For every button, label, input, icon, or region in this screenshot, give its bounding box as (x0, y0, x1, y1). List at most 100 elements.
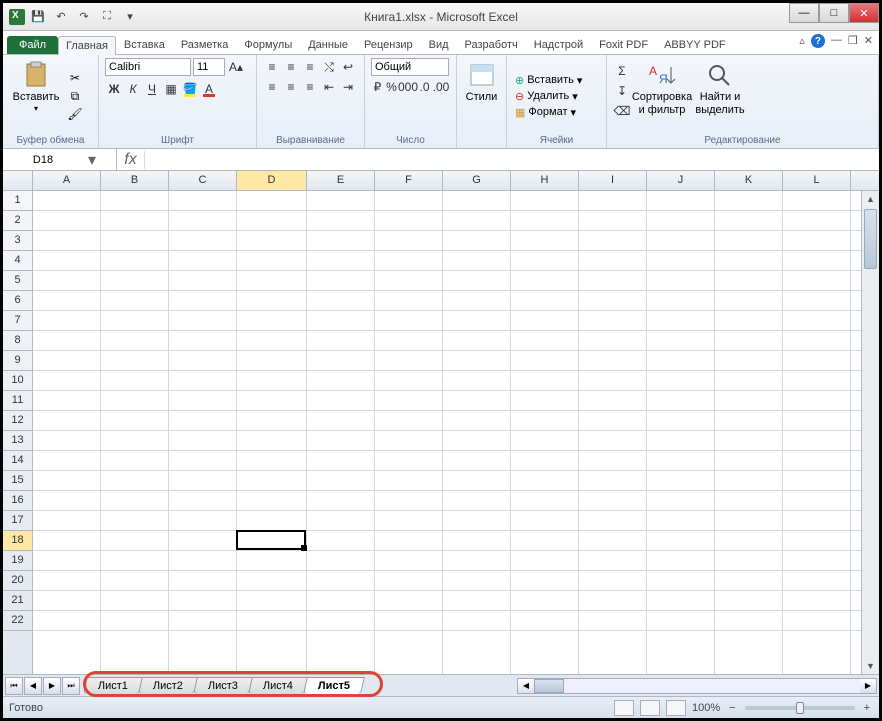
row-header-8[interactable]: 8 (3, 331, 32, 351)
cells-area[interactable] (33, 191, 861, 674)
row-header-4[interactable]: 4 (3, 251, 32, 271)
sheet-nav-2[interactable]: ▶ (43, 677, 61, 695)
merge-icon[interactable]: ⇥ (339, 78, 357, 96)
row-header-17[interactable]: 17 (3, 511, 32, 531)
align-center-icon[interactable]: ≡ (282, 78, 300, 96)
col-header-D[interactable]: D (237, 171, 307, 190)
indent-dec-icon[interactable]: ⇤ (320, 78, 338, 96)
ribbon-tab-надстрой[interactable]: Надстрой (526, 35, 591, 54)
percent-icon[interactable]: % (385, 78, 398, 96)
col-header-K[interactable]: K (715, 171, 783, 190)
name-box-input[interactable] (3, 154, 83, 166)
comma-icon[interactable]: 000 (399, 78, 417, 96)
hscroll-thumb[interactable] (534, 679, 564, 693)
font-color-icon[interactable]: A (200, 80, 218, 98)
orientation-icon[interactable]: ⤭ (320, 58, 338, 76)
minimize-button[interactable]: — (789, 3, 819, 23)
scroll-up-icon[interactable]: ▲ (862, 191, 879, 207)
help-icon[interactable]: ? (811, 34, 825, 48)
format-cells-button[interactable]: ▦Формат ▾ (513, 105, 600, 120)
find-select-button[interactable]: Найти и выделить (693, 58, 747, 134)
clear-icon[interactable]: ⌫ (613, 102, 631, 120)
currency-icon[interactable]: ₽ (371, 78, 384, 96)
ribbon-tab-вставка[interactable]: Вставка (116, 35, 173, 54)
select-all-corner[interactable] (3, 171, 33, 190)
scroll-down-icon[interactable]: ▼ (862, 658, 879, 674)
align-bottom-icon[interactable]: ≡ (301, 58, 319, 76)
ribbon-tab-foxit pdf[interactable]: Foxit PDF (591, 35, 656, 54)
row-header-2[interactable]: 2 (3, 211, 32, 231)
row-header-16[interactable]: 16 (3, 491, 32, 511)
row-header-15[interactable]: 15 (3, 471, 32, 491)
ribbon-tab-формулы[interactable]: Формулы (236, 35, 300, 54)
italic-button[interactable]: К (124, 80, 142, 98)
ribbon-tab-вид[interactable]: Вид (421, 35, 457, 54)
align-top-icon[interactable]: ≡ (263, 58, 281, 76)
col-header-F[interactable]: F (375, 171, 443, 190)
zoom-in-button[interactable]: + (861, 702, 873, 714)
inc-decimal-icon[interactable]: .0 (418, 78, 431, 96)
ribbon-tab-разметка[interactable]: Разметка (173, 35, 237, 54)
col-header-I[interactable]: I (579, 171, 647, 190)
sort-filter-button[interactable]: АЯ Сортировка и фильтр (635, 58, 689, 134)
close-button[interactable]: ✕ (849, 3, 879, 23)
number-format-select[interactable] (371, 58, 449, 76)
font-name-select[interactable] (105, 58, 191, 76)
col-header-A[interactable]: A (33, 171, 101, 190)
align-middle-icon[interactable]: ≡ (282, 58, 300, 76)
row-header-11[interactable]: 11 (3, 391, 32, 411)
save-icon[interactable]: 💾 (28, 7, 48, 27)
row-header-10[interactable]: 10 (3, 371, 32, 391)
ribbon-tab-данные[interactable]: Данные (300, 35, 356, 54)
border-icon[interactable]: ▦ (162, 80, 180, 98)
row-header-12[interactable]: 12 (3, 411, 32, 431)
format-painter-icon[interactable]: 🖌 (67, 106, 83, 122)
paste-button[interactable]: Вставить ▾ (9, 58, 63, 134)
row-header-22[interactable]: 22 (3, 611, 32, 631)
row-header-7[interactable]: 7 (3, 311, 32, 331)
sheet-tab-Лист5[interactable]: Лист5 (303, 677, 365, 694)
formula-input[interactable] (145, 154, 879, 166)
redo-icon[interactable]: ↷ (74, 7, 94, 27)
autosum-icon[interactable]: Σ (613, 62, 631, 80)
ribbon-tab-разработч[interactable]: Разработч (457, 35, 526, 54)
col-header-C[interactable]: C (169, 171, 237, 190)
fill-color-icon[interactable]: 🪣 (181, 80, 199, 98)
sheet-tab-Лист2[interactable]: Лист2 (138, 677, 198, 694)
grow-font-icon[interactable]: A▴ (227, 58, 245, 76)
doc-restore-icon[interactable]: ❐ (848, 34, 858, 48)
align-right-icon[interactable]: ≡ (301, 78, 319, 96)
fill-icon[interactable]: ↧ (613, 82, 631, 100)
maximize-button[interactable]: □ (819, 3, 849, 23)
undo-icon[interactable]: ↶ (51, 7, 71, 27)
horizontal-scrollbar[interactable]: ◀ ▶ (517, 678, 877, 694)
underline-button[interactable]: Ч (143, 80, 161, 98)
vscroll-thumb[interactable] (864, 209, 877, 269)
align-left-icon[interactable]: ≡ (263, 78, 281, 96)
doc-minimize-icon[interactable]: — (831, 34, 842, 48)
scroll-left-icon[interactable]: ◀ (518, 679, 534, 693)
sheet-tab-Лист1[interactable]: Лист1 (83, 677, 143, 694)
row-header-18[interactable]: 18 (3, 531, 32, 551)
row-header-19[interactable]: 19 (3, 551, 32, 571)
row-header-14[interactable]: 14 (3, 451, 32, 471)
vertical-scrollbar[interactable]: ▲ ▼ (861, 191, 879, 674)
col-header-J[interactable]: J (647, 171, 715, 190)
row-header-20[interactable]: 20 (3, 571, 32, 591)
ribbon-tab-abbyy pdf[interactable]: ABBYY PDF (656, 35, 734, 54)
row-header-1[interactable]: 1 (3, 191, 32, 211)
bold-button[interactable]: Ж (105, 80, 123, 98)
styles-button[interactable]: Стили (463, 58, 500, 145)
view-normal-icon[interactable] (614, 700, 634, 716)
sheet-nav-0[interactable]: ⏮ (5, 677, 23, 695)
fill-handle[interactable] (301, 545, 307, 551)
delete-cells-button[interactable]: ⊖Удалить ▾ (513, 89, 600, 104)
cut-icon[interactable]: ✂ (67, 70, 83, 86)
view-pagebreak-icon[interactable] (666, 700, 686, 716)
fx-icon[interactable]: fx (117, 151, 145, 169)
view-layout-icon[interactable] (640, 700, 660, 716)
insert-cells-button[interactable]: ⊕Вставить ▾ (513, 73, 600, 88)
dec-decimal-icon[interactable]: .00 (432, 78, 450, 96)
scroll-right-icon[interactable]: ▶ (860, 679, 876, 693)
row-header-5[interactable]: 5 (3, 271, 32, 291)
